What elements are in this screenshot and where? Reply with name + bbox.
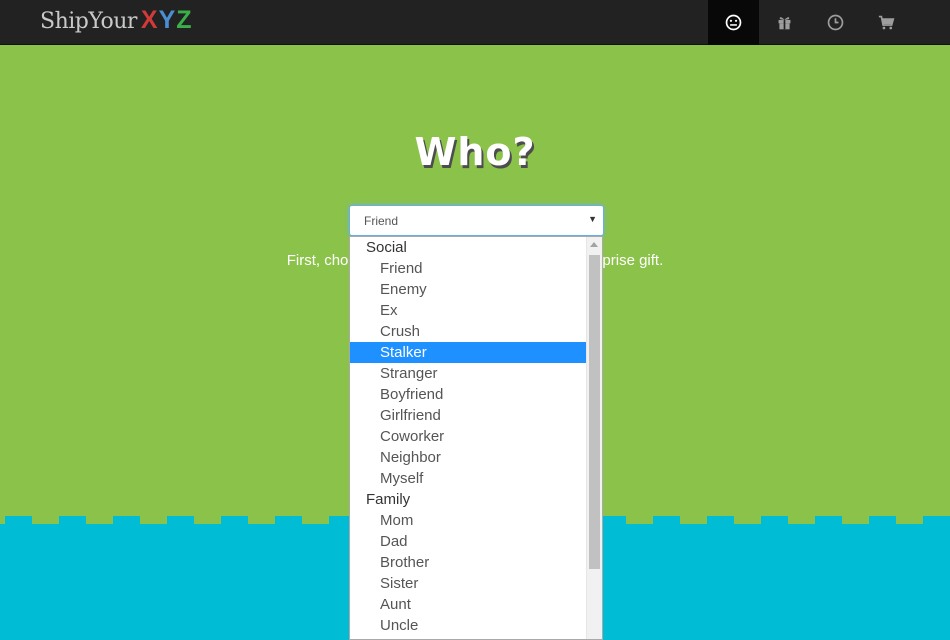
- brand-logo[interactable]: ShipYour XYZ: [40, 6, 193, 40]
- option-aunt[interactable]: Aunt: [350, 594, 587, 615]
- navbar: ShipYour XYZ: [0, 0, 950, 45]
- brand-text: ShipYour: [40, 9, 137, 34]
- option-mom[interactable]: Mom: [350, 510, 587, 531]
- nav-cart[interactable]: [861, 0, 912, 45]
- brand-xyz: XYZ: [140, 6, 193, 34]
- nav-icons: [708, 0, 912, 45]
- option-brother[interactable]: Brother: [350, 552, 587, 573]
- option-dad[interactable]: Dad: [350, 531, 587, 552]
- recipient-select[interactable]: Friend ▼: [349, 205, 604, 236]
- option-enemy[interactable]: Enemy: [350, 279, 587, 300]
- option-sister[interactable]: Sister: [350, 573, 587, 594]
- nav-recipient[interactable]: [708, 0, 759, 45]
- option-crush[interactable]: Crush: [350, 321, 587, 342]
- optgroup-label: Social: [366, 239, 407, 256]
- scroll-thumb[interactable]: [589, 255, 600, 569]
- recipient-dropdown-list[interactable]: Social Friend Enemy Ex Crush Stalker Stranger B…: [349, 236, 603, 640]
- dropdown-scrollbar[interactable]: [586, 237, 602, 639]
- option-ex[interactable]: Ex: [350, 300, 587, 321]
- option-myself[interactable]: Myself: [350, 468, 587, 489]
- gift-icon: [778, 17, 791, 30]
- caret-down-icon: ▼: [588, 214, 597, 224]
- scroll-up-icon[interactable]: [590, 242, 598, 247]
- clock-icon: [827, 14, 844, 31]
- nav-gift[interactable]: [759, 0, 810, 45]
- optgroup-label: Family: [366, 491, 411, 508]
- option-neighbor[interactable]: Neighbor: [350, 447, 587, 468]
- option-stranger[interactable]: Stranger: [350, 363, 587, 384]
- option-stalker[interactable]: Stalker: [350, 342, 587, 363]
- cart-icon: [878, 15, 895, 30]
- option-coworker[interactable]: Coworker: [350, 426, 587, 447]
- option-list: Social Friend Enemy Ex Crush Stalker Stranger B…: [350, 237, 602, 636]
- option-friend[interactable]: Friend: [350, 258, 587, 279]
- select-value: Friend: [364, 214, 399, 228]
- nav-history[interactable]: [810, 0, 861, 45]
- option-girlfriend[interactable]: Girlfriend: [350, 405, 587, 426]
- page-title: Who?: [414, 130, 536, 174]
- option-boyfriend[interactable]: Boyfriend: [350, 384, 587, 405]
- option-uncle[interactable]: Uncle: [350, 615, 587, 636]
- smiley-icon: [725, 14, 742, 31]
